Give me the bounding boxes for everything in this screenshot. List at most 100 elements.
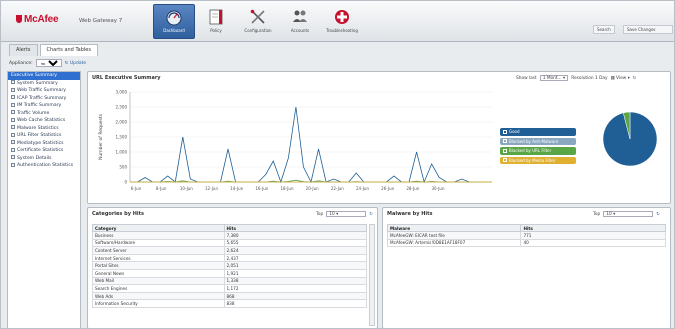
sidebar-item[interactable]: ICAP Traffic Summary <box>8 95 80 103</box>
appliance-label: Appliance: <box>9 60 33 66</box>
tab-charts-and-tables[interactable]: Charts and Tables <box>39 44 98 56</box>
dashboard-icon <box>165 8 183 26</box>
legend-checkbox-icon <box>503 148 507 153</box>
report-icon <box>11 147 15 152</box>
tab-label: Charts and Tables <box>46 47 91 53</box>
view-button[interactable]: ▦ View ▾ <box>611 76 630 81</box>
nav-troubleshooting[interactable]: Troubleshooting <box>321 4 363 39</box>
nav-label: Accounts <box>290 28 310 33</box>
column-header[interactable]: Malware <box>386 224 522 232</box>
sidebar-item[interactable]: URL Filter Statistics <box>8 132 80 140</box>
sidebar-item[interactable]: System Details <box>8 155 80 163</box>
legend-item[interactable]: Blocked by Anti-Malware <box>500 137 576 145</box>
sidebar-item-label: Web Traffic Summary <box>17 88 66 93</box>
sidebar-item[interactable]: System Summary <box>8 80 80 88</box>
categories-scrollbar[interactable] <box>369 224 375 326</box>
y-tick-label: 0 <box>124 180 127 185</box>
save-label: Save Changes <box>627 27 656 32</box>
malware-row[interactable]: McAfeeGW: Artemis!0D8E1AF18F07 40 <box>386 238 666 248</box>
refresh-icon[interactable]: ↻ <box>633 76 637 81</box>
nav-policy[interactable]: Policy <box>195 4 237 39</box>
category-row[interactable]: Business 7,380 <box>92 231 368 240</box>
sidebar-item-label: URL Filter Statistics <box>17 133 62 138</box>
category-row[interactable]: Information Security 838 <box>92 299 368 308</box>
nav-label: Policy <box>210 28 222 33</box>
view-label: View <box>616 75 627 81</box>
show-last-select[interactable]: 1 Mont... ▾ <box>539 75 569 81</box>
requests-line-chart: 3,000 2,500 2,000 1,500 1,000 500 0 6-Jun 8-Jun 1… <box>98 90 492 191</box>
y-axis-label: Number of Requests <box>98 113 104 160</box>
sidebar-item[interactable]: Malware Statistics <box>8 125 80 133</box>
y-tick-label: 1,000 <box>116 150 128 155</box>
legend-checkbox-icon <box>503 129 507 134</box>
y-tick-label: 500 <box>119 165 127 170</box>
sidebar-item[interactable]: Web Cache Statistics <box>8 117 80 125</box>
report-icon <box>11 155 15 159</box>
column-header[interactable]: Category <box>92 224 225 232</box>
malware-row[interactable]: McAfeeGW: EICAR test file 771 <box>386 231 666 240</box>
legend-checkbox-icon <box>503 139 507 144</box>
table-cell: 838 <box>223 299 368 308</box>
x-tick-label: 6-Jun <box>131 186 142 191</box>
category-row[interactable]: Search Engines 1,172 <box>92 284 368 293</box>
shield-icon <box>16 15 22 23</box>
refresh-icon[interactable]: ↻ <box>369 212 373 217</box>
table-cell: McAfeeGW: Artemis!0D8E1AF18F07 <box>386 238 522 248</box>
category-row[interactable]: Software/Hardware 5,655 <box>92 238 368 248</box>
refresh-icon[interactable]: ↻ <box>656 212 660 217</box>
resolution-label: Resolution 1 Day <box>571 75 608 81</box>
malware-top-select[interactable]: 10 ▾ <box>603 211 654 217</box>
categories-controls: Top 10 ▾ ↻ <box>316 211 373 217</box>
sidebar-item-label: Mediatype Statistics <box>17 140 64 146</box>
x-tick-label: 22-Jun <box>331 186 344 191</box>
update-button[interactable]: ↻ Update <box>65 61 87 66</box>
sidebar-item[interactable]: Authentication Statistics <box>8 162 80 170</box>
legend-item[interactable]: Blocked by URL Filter <box>500 147 576 155</box>
logo-text: McAfee <box>24 14 59 25</box>
sidebar-item[interactable]: Traffic Volume <box>8 110 80 118</box>
categories-top-select[interactable]: 10 ▾ <box>326 211 367 217</box>
report-icon <box>11 102 15 107</box>
report-icon <box>11 117 15 122</box>
url-summary-title: URL Executive Summary <box>92 75 161 81</box>
sidebar-item[interactable]: Certificate Statistics <box>8 147 80 155</box>
category-row[interactable]: General News 1,921 <box>92 268 368 278</box>
x-tick-label: 26-Jun <box>381 186 394 191</box>
save-changes-button[interactable]: Save Changes <box>623 25 673 34</box>
report-icon <box>11 140 15 144</box>
x-tick-label: 10-Jun <box>180 186 193 191</box>
sidebar-item[interactable]: Web Traffic Summary <box>8 87 80 95</box>
column-header[interactable]: Hits <box>223 224 368 232</box>
table-cell: Software/Hardware <box>92 238 225 248</box>
table-cell: 1,338 <box>223 276 368 286</box>
table-cell: Web Mail <box>92 276 225 286</box>
nav-configuration[interactable]: Configuration <box>237 4 279 39</box>
sidebar-item-label: Traffic Volume <box>17 110 50 116</box>
table-cell: Content Server <box>92 246 225 255</box>
sidebar-item[interactable]: Mediatype Statistics <box>8 140 80 148</box>
nav-accounts[interactable]: Accounts <box>279 4 321 39</box>
category-row[interactable]: Web Ads 868 <box>92 291 368 301</box>
top-label: Top <box>593 211 601 217</box>
sidebar-item[interactable]: Executive Summary <box>8 72 80 80</box>
sidebar-item-label: Web Cache Statistics <box>17 118 66 123</box>
troubleshooting-icon <box>333 8 351 26</box>
nav-dashboard[interactable]: Dashboard <box>153 4 195 39</box>
sidebar-item[interactable]: IM Traffic Summary <box>8 102 80 110</box>
column-header[interactable]: Hits <box>520 224 666 232</box>
tab-label: Alerts <box>16 47 31 53</box>
app-window: McAfee Web Gateway 7 Dashboard Policy Co… <box>0 0 675 329</box>
legend-item[interactable]: Good <box>500 128 576 136</box>
category-row[interactable]: Portal Sites 2,051 <box>92 261 368 270</box>
search-button[interactable]: Search <box>593 25 615 34</box>
table-cell: Web Ads <box>92 291 225 301</box>
mcafee-logo: McAfee <box>16 14 59 25</box>
legend-item[interactable]: Blocked by Media Filter <box>500 156 576 164</box>
tab-alerts[interactable]: Alerts <box>9 44 38 56</box>
x-tick-label: 12-Jun <box>205 186 218 191</box>
category-row[interactable]: Web Mail 1,338 <box>92 276 368 286</box>
category-row[interactable]: Content Server 2,624 <box>92 246 368 255</box>
category-row[interactable]: Internet Services 2,437 <box>92 253 368 263</box>
appliance-select[interactable]: mwg7... <box>35 59 62 67</box>
show-last-label: Show last <box>516 75 537 81</box>
